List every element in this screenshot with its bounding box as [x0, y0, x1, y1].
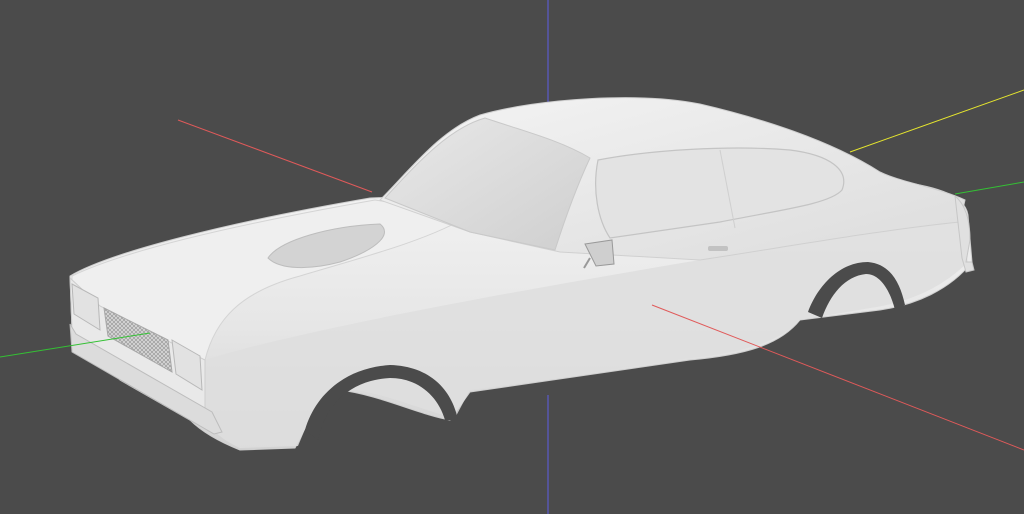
car-body-model[interactable] — [69, 97, 975, 451]
x-axis-line-front — [651, 304, 1024, 451]
3d-viewport[interactable] — [0, 0, 1024, 514]
y-axis-line-right — [954, 181, 1024, 195]
viewport-scene[interactable] — [0, 0, 1024, 514]
extra-axis-line — [849, 89, 1024, 153]
car-door-handle — [708, 246, 728, 251]
x-axis-line-back — [177, 119, 373, 193]
